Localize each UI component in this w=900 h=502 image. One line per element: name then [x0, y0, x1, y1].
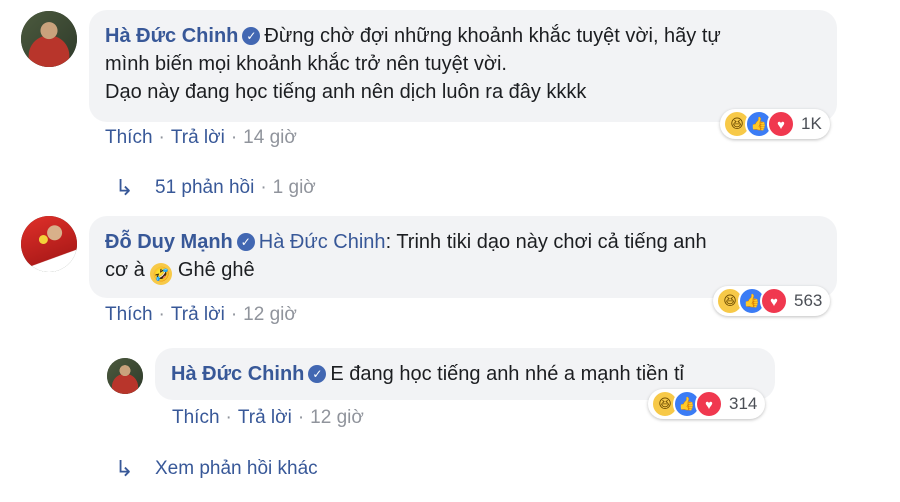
reaction-count: 314 — [729, 394, 758, 413]
avatar[interactable] — [107, 358, 143, 394]
reaction-summary[interactable]: 😆 👍 ♥ 314 — [648, 389, 766, 419]
more-replies-label[interactable]: Xem phản hồi khác — [155, 458, 318, 480]
verified-badge-icon: ✓ — [308, 365, 327, 383]
love-reaction-icon: ♥ — [760, 287, 788, 315]
comment-text: Ghê ghê — [177, 259, 255, 281]
separator: · — [260, 177, 267, 198]
comment-actions: Thích · Trả lời · 14 giờ — [105, 127, 297, 149]
reply-link[interactable]: Trả lời — [238, 407, 292, 428]
reaction-summary[interactable]: 😆 👍 ♥ 563 — [713, 286, 831, 316]
comment-text: : Trinh tiki dạo này chơi cả tiếng anh — [385, 231, 707, 253]
comment-author[interactable]: Hà Đức Chinh — [171, 363, 304, 385]
separator: · — [297, 407, 305, 428]
reply-link[interactable]: Trả lời — [171, 127, 225, 148]
comment-text: E đang học tiếng anh nhé a mạnh tiền tỉ — [330, 363, 684, 385]
love-reaction-icon: ♥ — [695, 390, 723, 418]
comment-text: cơ à — [105, 259, 145, 281]
more-replies-link[interactable]: ↳ Xem phản hồi khác — [115, 456, 318, 482]
reply-arrow-icon: ↳ — [115, 175, 134, 200]
comment-text: mình biến mọi khoảnh khắc trở nên tuyệt … — [105, 53, 507, 75]
reply-arrow-icon: ↳ — [115, 456, 134, 481]
mention-link[interactable]: Hà Đức Chinh — [259, 231, 386, 253]
rofl-emoji-icon: 🤣 — [150, 263, 173, 285]
comment-actions: Thích · Trả lời · 12 giờ — [172, 407, 364, 429]
verified-badge-icon: ✓ — [236, 233, 255, 251]
separator: · — [230, 304, 238, 325]
avatar[interactable] — [21, 216, 77, 272]
comment-actions: Thích · Trả lời · 12 giờ — [105, 304, 297, 326]
reaction-count: 1K — [801, 114, 822, 133]
like-link[interactable]: Thích — [105, 304, 153, 325]
timestamp[interactable]: 12 giờ — [310, 407, 364, 428]
separator: · — [158, 304, 165, 325]
separator: · — [225, 407, 232, 428]
timestamp[interactable]: 14 giờ — [243, 127, 297, 148]
reply-link[interactable]: Trả lời — [171, 304, 225, 325]
comment-author[interactable]: Đỗ Duy Mạnh — [105, 231, 233, 253]
love-reaction-icon: ♥ — [767, 110, 795, 138]
reaction-count: 563 — [794, 291, 823, 310]
timestamp: 1 giờ — [272, 177, 316, 198]
view-replies-link[interactable]: ↳ 51 phản hồi · 1 giờ — [115, 175, 316, 201]
separator: · — [158, 127, 165, 148]
comment-bubble: Hà Đức Chinh ✓ Đừng chờ đợi những khoảnh k… — [89, 10, 837, 122]
comment-author[interactable]: Hà Đức Chinh — [105, 25, 238, 47]
timestamp[interactable]: 12 giờ — [243, 304, 297, 325]
reaction-summary[interactable]: 😆 👍 ♥ 1K — [720, 109, 830, 139]
comment-text: Dạo này đang học tiếng anh nên dịch luôn… — [105, 81, 587, 103]
like-link[interactable]: Thích — [105, 127, 153, 148]
like-link[interactable]: Thích — [172, 407, 220, 428]
separator: · — [230, 127, 238, 148]
verified-badge-icon: ✓ — [242, 27, 261, 45]
comment-text: Đừng chờ đợi những khoảnh khắc tuyệt vời… — [264, 25, 721, 47]
replies-count[interactable]: 51 phản hồi — [155, 177, 254, 199]
avatar[interactable] — [21, 11, 77, 67]
